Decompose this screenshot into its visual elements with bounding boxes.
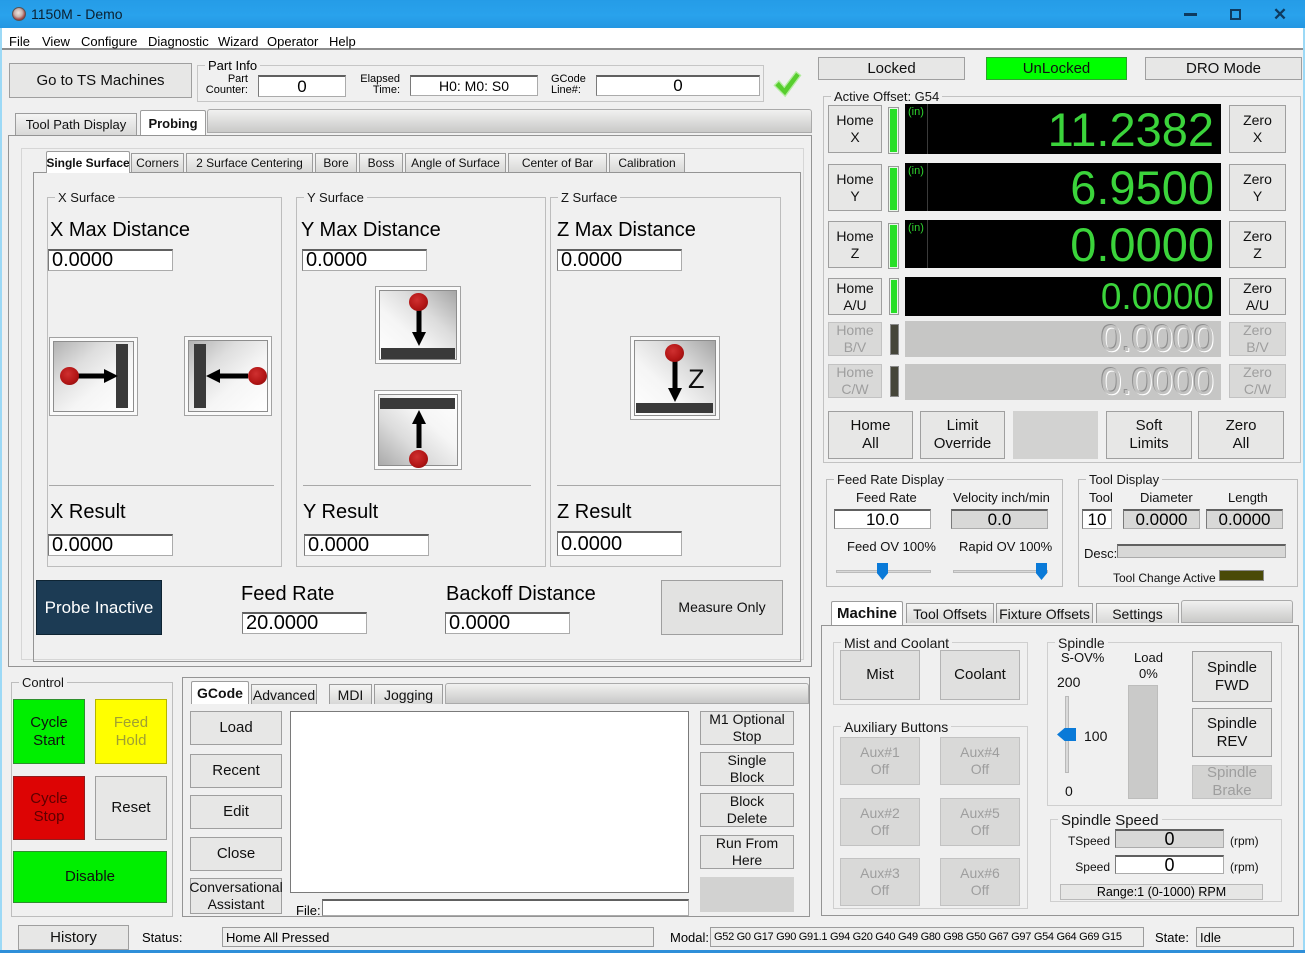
svg-text:Z: Z bbox=[688, 364, 705, 394]
